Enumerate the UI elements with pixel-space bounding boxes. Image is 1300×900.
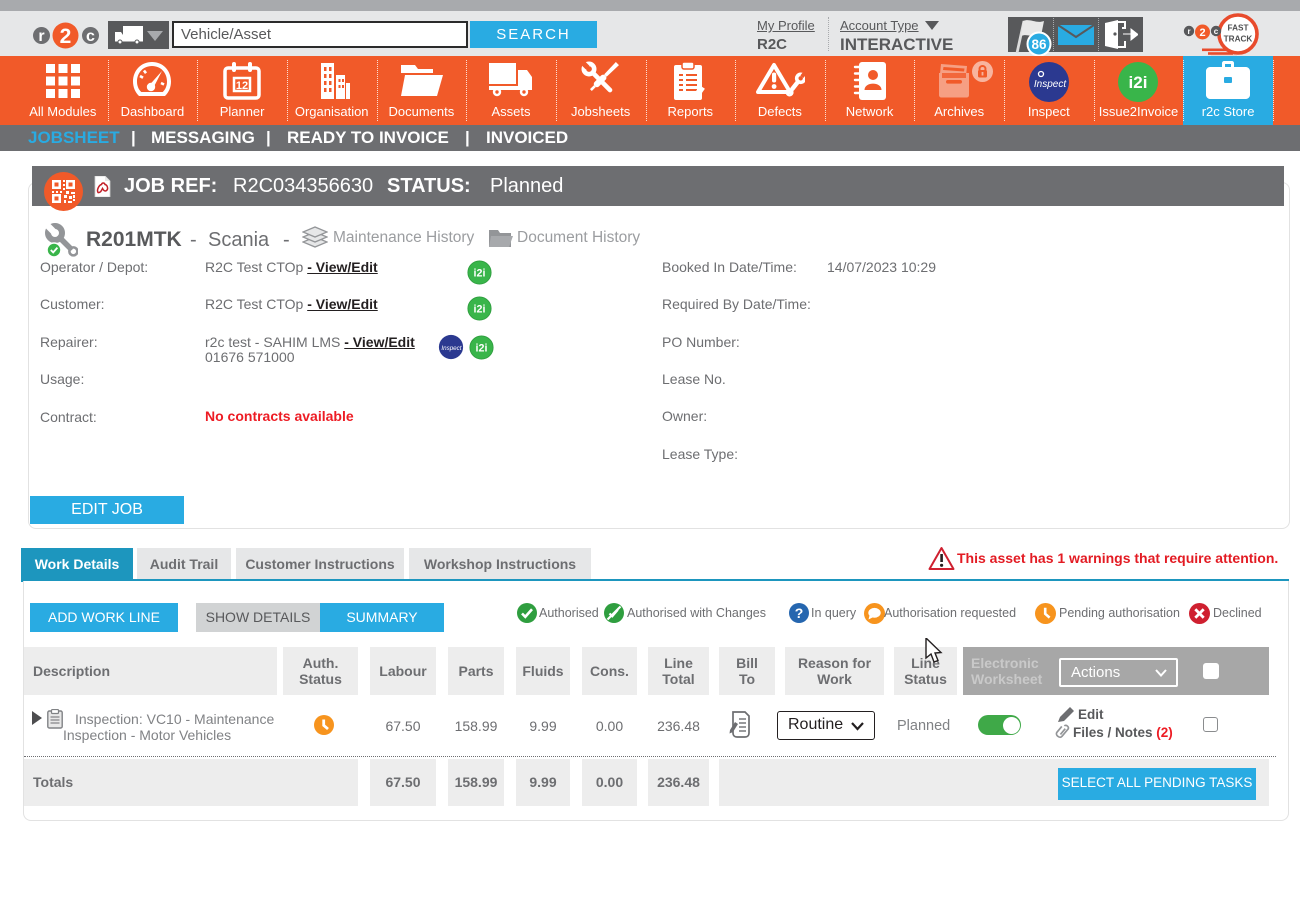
svg-text:2: 2 (60, 25, 72, 48)
svg-text:?: ? (795, 605, 804, 621)
svg-text:12: 12 (236, 80, 248, 92)
svg-text:FAST: FAST (1228, 24, 1249, 33)
svg-text:c: c (1214, 27, 1219, 36)
svg-text:2: 2 (1199, 27, 1205, 39)
svg-text:Inspect: Inspect (1034, 79, 1067, 90)
svg-text:86: 86 (1031, 37, 1047, 52)
svg-text:i2i: i2i (474, 304, 486, 316)
svg-text:r: r (1187, 27, 1190, 36)
svg-text:TRACK: TRACK (1224, 35, 1253, 44)
svg-text:i2i: i2i (476, 343, 488, 355)
svg-text:r: r (38, 28, 44, 45)
svg-text:c: c (86, 28, 95, 45)
svg-text:Inspect: Inspect (441, 345, 461, 352)
svg-text:i2i: i2i (474, 268, 486, 280)
svg-text:i2i: i2i (1129, 73, 1148, 92)
